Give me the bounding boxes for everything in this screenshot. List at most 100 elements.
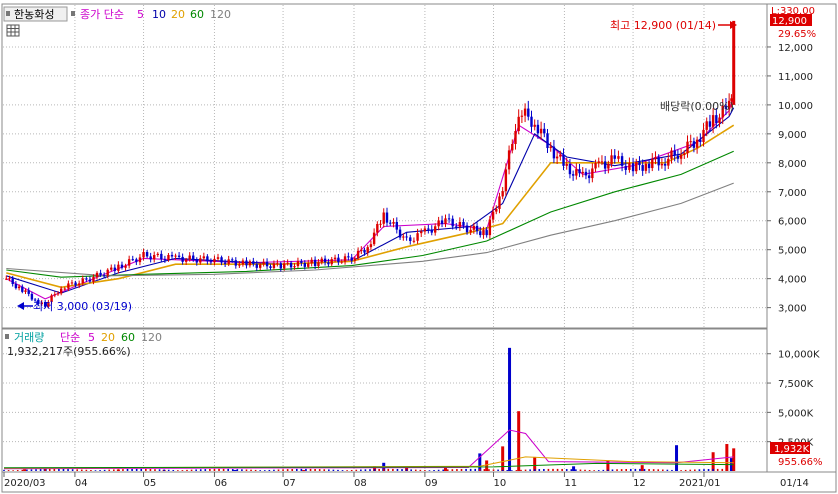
candle-body[interactable] xyxy=(437,220,440,227)
volume-bar[interactable] xyxy=(508,347,512,471)
candle-body[interactable] xyxy=(156,253,159,256)
candle-body[interactable] xyxy=(74,282,77,286)
candle-body[interactable] xyxy=(283,263,286,269)
candle-body[interactable] xyxy=(276,263,279,265)
candle-body[interactable] xyxy=(347,256,350,258)
candle-body[interactable] xyxy=(641,165,644,171)
candle-body[interactable] xyxy=(313,259,317,266)
candle-body[interactable] xyxy=(184,259,188,262)
candle-body[interactable] xyxy=(571,174,575,176)
candle-body[interactable] xyxy=(584,171,588,176)
candle-body[interactable] xyxy=(511,144,514,151)
candle-body[interactable] xyxy=(533,124,536,127)
volume-bar[interactable] xyxy=(640,465,644,471)
candle-body[interactable] xyxy=(501,191,504,197)
candle-body[interactable] xyxy=(170,254,174,257)
stock-chart[interactable]: 12,000 11,000 10,000 9,000 8,000 7,000 6,000 5,… xyxy=(0,0,838,494)
candle-body[interactable] xyxy=(427,228,430,230)
candle-body[interactable] xyxy=(631,163,635,172)
vol-ma-period-120[interactable]: 120 xyxy=(141,331,162,344)
candle-body[interactable] xyxy=(192,255,195,260)
candle-body[interactable] xyxy=(127,259,131,266)
candle-body[interactable] xyxy=(607,164,610,169)
candle-body[interactable] xyxy=(479,231,482,236)
vol-ma-period-20[interactable]: 20 xyxy=(101,331,115,344)
candle-body[interactable] xyxy=(657,157,660,166)
candle-body[interactable] xyxy=(63,288,66,290)
ma-period-10[interactable]: 10 xyxy=(152,8,166,21)
candle-body[interactable] xyxy=(651,159,654,169)
candle-body[interactable] xyxy=(591,168,594,179)
candle-body[interactable] xyxy=(174,255,177,257)
ma-period-5[interactable]: 5 xyxy=(137,8,144,21)
candle-body[interactable] xyxy=(330,259,333,265)
candle-body[interactable] xyxy=(692,141,696,148)
candle-body[interactable] xyxy=(272,263,276,268)
volume-bar[interactable] xyxy=(23,469,27,471)
candle-body[interactable] xyxy=(153,255,156,260)
candle-body[interactable] xyxy=(81,278,84,284)
candle-body[interactable] xyxy=(241,260,245,265)
candle-body[interactable] xyxy=(485,230,488,236)
candle-body[interactable] xyxy=(216,257,220,259)
candle-body[interactable] xyxy=(320,258,323,263)
candle-body[interactable] xyxy=(24,290,27,292)
candle-body[interactable] xyxy=(149,256,152,260)
candle-body[interactable] xyxy=(686,141,689,154)
candle-body[interactable] xyxy=(286,262,289,264)
candle-body[interactable] xyxy=(199,258,202,263)
candle-body[interactable] xyxy=(195,259,198,263)
candle-body[interactable] xyxy=(337,257,340,263)
candle-body[interactable] xyxy=(323,258,327,263)
candle-body[interactable] xyxy=(188,255,191,260)
candle-body[interactable] xyxy=(269,266,272,268)
candle-body[interactable] xyxy=(581,171,584,174)
candle-body[interactable] xyxy=(223,262,227,264)
candle-body[interactable] xyxy=(293,266,296,268)
candle-body[interactable] xyxy=(536,124,540,134)
candle-body[interactable] xyxy=(67,283,70,289)
candle-body[interactable] xyxy=(587,175,591,179)
candle-body[interactable] xyxy=(711,115,715,127)
candle-body[interactable] xyxy=(213,258,216,263)
candle-body[interactable] xyxy=(539,128,543,134)
candle-body[interactable] xyxy=(543,128,546,134)
candle-body[interactable] xyxy=(660,163,664,166)
candle-body[interactable] xyxy=(113,267,117,271)
candle-body[interactable] xyxy=(85,278,88,280)
candle-body[interactable] xyxy=(395,221,398,230)
candle-body[interactable] xyxy=(77,283,81,286)
candle-body[interactable] xyxy=(565,164,568,166)
candle-body[interactable] xyxy=(385,212,389,223)
candle-body[interactable] xyxy=(206,256,209,262)
candle-body[interactable] xyxy=(350,257,353,261)
candle-body[interactable] xyxy=(523,108,527,116)
ma-period-60[interactable]: 60 xyxy=(190,8,204,21)
candle-body[interactable] xyxy=(259,264,262,268)
candle-body[interactable] xyxy=(343,256,347,262)
candle-body[interactable] xyxy=(663,163,667,166)
candle-body[interactable] xyxy=(628,163,631,170)
candle-body[interactable] xyxy=(245,260,248,266)
candle-body[interactable] xyxy=(555,156,559,159)
candle-body[interactable] xyxy=(17,286,21,289)
candle-body[interactable] xyxy=(594,162,597,169)
candle-body[interactable] xyxy=(462,221,465,226)
candle-body[interactable] xyxy=(99,272,102,276)
candle-body[interactable] xyxy=(14,284,18,289)
volume-bar[interactable] xyxy=(533,456,537,471)
candle-body[interactable] xyxy=(420,231,423,234)
volume-bar[interactable] xyxy=(233,469,237,471)
candle-body[interactable] xyxy=(248,261,252,266)
candle-body[interactable] xyxy=(520,115,524,117)
candle-body[interactable] xyxy=(106,269,109,276)
candle-body[interactable] xyxy=(8,278,11,280)
candle-body[interactable] xyxy=(398,229,402,238)
candle-body[interactable] xyxy=(142,252,145,258)
candle-body[interactable] xyxy=(617,156,620,159)
candle-body[interactable] xyxy=(382,212,385,224)
candle-body[interactable] xyxy=(488,219,492,236)
candle-body[interactable] xyxy=(300,261,303,264)
candle-body[interactable] xyxy=(517,116,520,132)
candle-body[interactable] xyxy=(699,139,702,143)
